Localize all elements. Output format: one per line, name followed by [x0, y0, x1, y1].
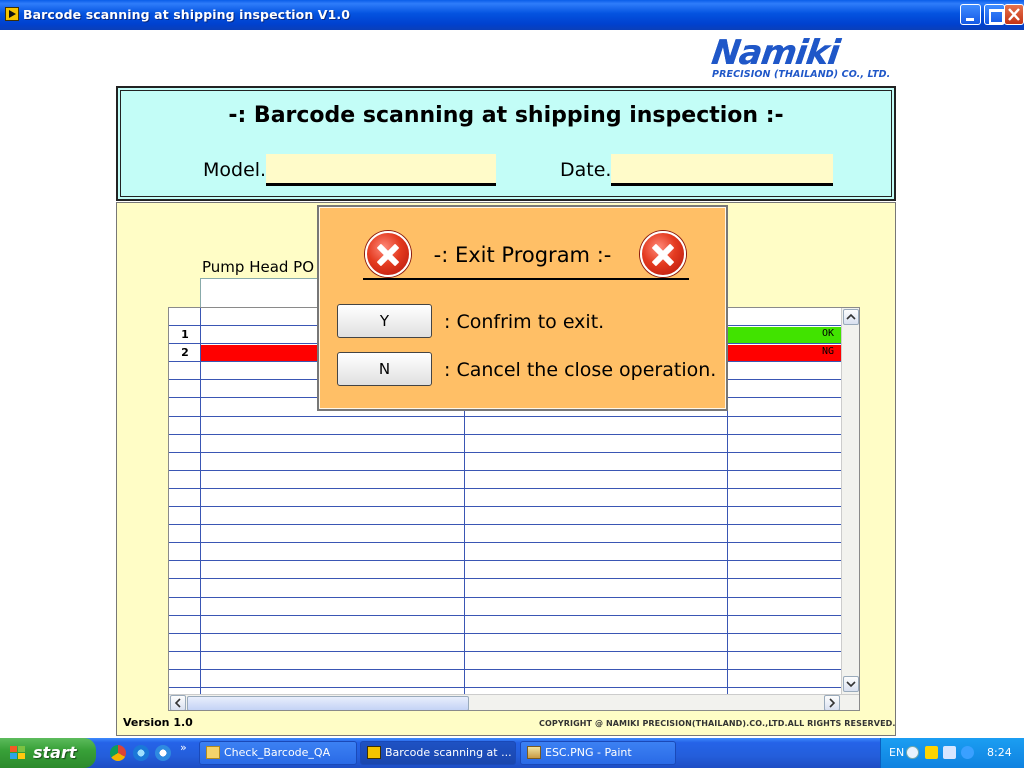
header-panel: -: Barcode scanning at shipping inspecti…: [116, 86, 896, 201]
taskbar: start » Check_Barcode_QA Barcode scannin…: [0, 738, 1024, 768]
ie-icon[interactable]: [133, 745, 149, 761]
error-x-icon: [640, 231, 686, 277]
chrome-icon[interactable]: [110, 745, 126, 761]
table-row-line: [169, 578, 841, 579]
task-label: Check_Barcode_QA: [224, 746, 331, 759]
table-row-line: [169, 615, 841, 616]
confirm-exit-text: : Confrim to exit.: [444, 311, 605, 333]
task-label: Barcode scanning at ...: [385, 746, 512, 759]
network-icon[interactable]: [943, 746, 956, 759]
table-row-line: [169, 633, 841, 634]
quicklaunch-chevron[interactable]: »: [180, 741, 187, 754]
ie-alt-icon[interactable]: [155, 745, 171, 761]
table-row-line: [169, 560, 841, 561]
table-row-line: [169, 687, 841, 688]
system-tray: EN 8:24: [880, 738, 1024, 768]
date-label: Date.: [560, 159, 612, 181]
scroll-left-button[interactable]: [170, 695, 186, 710]
row-status: NG: [821, 346, 834, 357]
table-row-line: [169, 597, 841, 598]
row-status: OK: [821, 328, 834, 339]
confirm-exit-button[interactable]: Y: [337, 304, 432, 338]
cancel-close-text: : Cancel the close operation.: [444, 359, 717, 381]
table-row-line: [169, 470, 841, 471]
model-field[interactable]: [266, 154, 496, 186]
update-icon[interactable]: [961, 746, 974, 759]
minimize-button[interactable]: [960, 4, 981, 25]
table-row-line: [169, 651, 841, 652]
exit-dialog: -: Exit Program :- Y : Confrim to exit. …: [317, 205, 728, 411]
horizontal-scrollbar[interactable]: [169, 694, 859, 710]
table-row-line: [169, 542, 841, 543]
date-field[interactable]: [611, 154, 833, 186]
window-title: Barcode scanning at shipping inspection …: [23, 7, 351, 22]
task-label: ESC.PNG - Paint: [545, 746, 632, 759]
cancel-close-button[interactable]: N: [337, 352, 432, 386]
scroll-down-button[interactable]: [843, 676, 859, 692]
clock: 8:24: [987, 746, 1012, 759]
app-window: Barcode scanning at shipping inspection …: [0, 0, 1024, 768]
labview-app-icon: [5, 7, 19, 21]
maximize-button[interactable]: [984, 4, 1005, 25]
table-column-line: [200, 308, 201, 694]
pump-head-input[interactable]: [200, 278, 320, 308]
scroll-up-button[interactable]: [843, 309, 859, 325]
model-label: Model.: [203, 159, 267, 181]
task-check-barcode[interactable]: Check_Barcode_QA: [199, 741, 357, 765]
windows-flag-icon: [10, 746, 26, 760]
table-row-line: [169, 416, 841, 417]
close-button[interactable]: [1004, 4, 1024, 25]
horizontal-scroll-thumb[interactable]: [187, 696, 469, 710]
company-logo: Namiki PRECISION (THAILAND) CO., LTD.: [709, 33, 898, 80]
table-row-line: [169, 452, 841, 453]
version-label: Version 1.0: [123, 716, 193, 729]
scroll-right-button[interactable]: [824, 695, 840, 710]
title-bar[interactable]: Barcode scanning at shipping inspection …: [0, 0, 1024, 30]
vertical-scrollbar[interactable]: [841, 308, 859, 694]
labview-icon: [367, 746, 381, 759]
copyright-notice: COPYRIGHT @ NAMIKI PRECISION(THAILAND).C…: [539, 719, 896, 728]
paint-icon: [527, 746, 541, 759]
tray-expand-icon[interactable]: [906, 746, 919, 759]
chevron-up-icon: [846, 313, 856, 320]
folder-icon: [206, 746, 220, 759]
chevron-left-icon: [174, 698, 181, 708]
security-shield-icon[interactable]: [925, 746, 938, 759]
row-number: 2: [181, 346, 189, 359]
start-button[interactable]: start: [0, 738, 96, 768]
page-title: -: Barcode scanning at shipping inspecti…: [228, 103, 784, 128]
logo-brand: Namiki: [709, 33, 842, 73]
chevron-right-icon: [829, 698, 836, 708]
close-icon: [1008, 8, 1020, 21]
row-number: 1: [181, 328, 189, 341]
language-indicator[interactable]: EN: [889, 746, 904, 759]
table-row-line: [169, 669, 841, 670]
task-barcode-scanning[interactable]: Barcode scanning at ...: [360, 741, 516, 765]
chevron-down-icon: [846, 681, 856, 688]
table-row-line: [169, 524, 841, 525]
table-row-line: [169, 434, 841, 435]
task-paint[interactable]: ESC.PNG - Paint: [520, 741, 676, 765]
table-row-line: [169, 506, 841, 507]
start-label: start: [33, 743, 77, 762]
table-row-line: [169, 488, 841, 489]
pump-head-label: Pump Head PO: [202, 258, 315, 276]
dialog-title-underline: [363, 278, 689, 280]
